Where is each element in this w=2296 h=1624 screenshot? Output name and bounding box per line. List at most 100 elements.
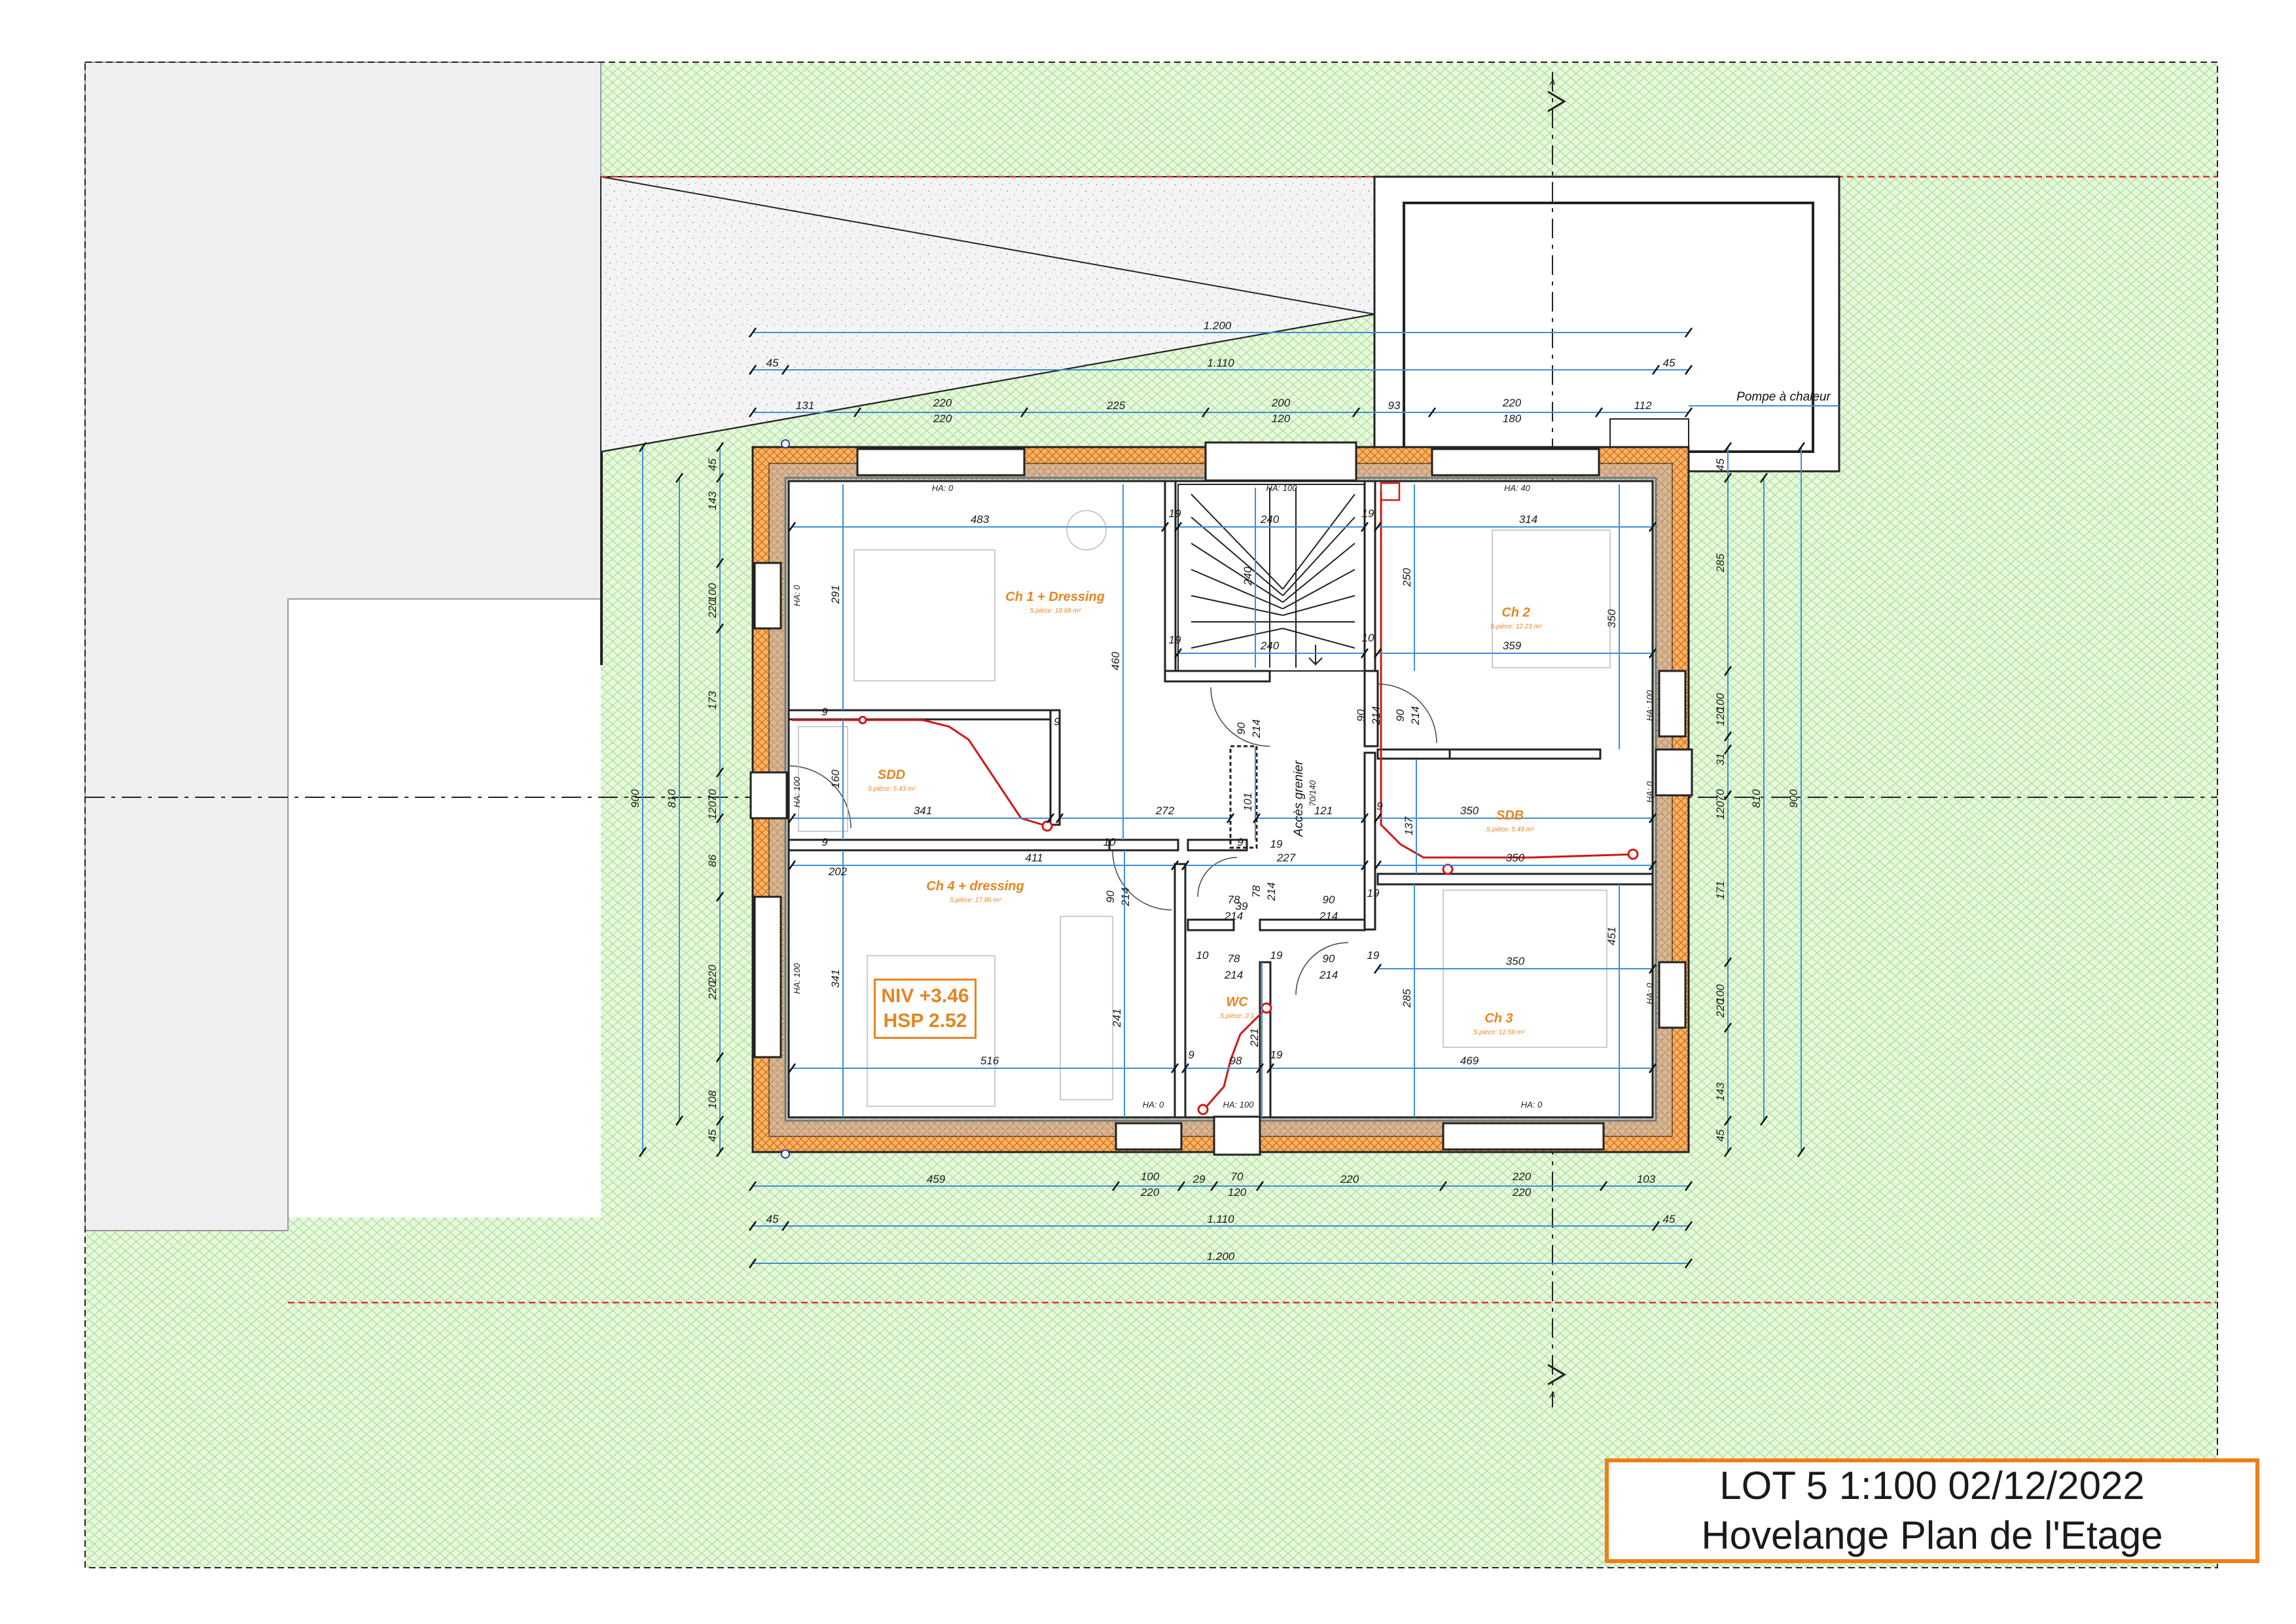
small-dim-label: 19 bbox=[1367, 949, 1380, 962]
title-line-1: LOT 5 1:100 02/12/2022 bbox=[1719, 1464, 2145, 1507]
small-dim-label: 202 bbox=[828, 865, 848, 878]
door-dim-vertical: 90 bbox=[1104, 890, 1117, 903]
dim-inner-label: 341 bbox=[914, 804, 932, 817]
dim-inner-label: 160 bbox=[829, 769, 842, 788]
dim-right-openings-label: 171 bbox=[1714, 881, 1727, 899]
dim-left-openings-label: 108 bbox=[706, 1090, 719, 1109]
dim-right-openings-label: 70 bbox=[1714, 789, 1727, 801]
dim-left-openings-label: 120 bbox=[706, 801, 719, 820]
dim-right-openings-label: 143 bbox=[1714, 1082, 1727, 1101]
small-dim-label: 9 bbox=[1188, 1049, 1194, 1061]
small-dim-label: 19 bbox=[1270, 1049, 1283, 1061]
level-niv: NIV +3.46 bbox=[881, 985, 969, 1007]
dim-top-walls-label: 45 bbox=[766, 357, 779, 369]
dim-inner-label: 137 bbox=[1403, 816, 1415, 835]
dim-bottom-openings-label: 120 bbox=[1228, 1186, 1247, 1199]
small-dim-label: 19 bbox=[1169, 507, 1181, 520]
dim-bottom-openings-label: 220 bbox=[1512, 1186, 1532, 1199]
small-dim-label: 19 bbox=[1270, 838, 1283, 850]
dim-left-openings-label: 143 bbox=[706, 491, 719, 510]
section-mark-top: A bbox=[1549, 77, 1556, 87]
door-dim-label: 214 bbox=[1319, 910, 1338, 922]
title-line-2: Hovelange Plan de l'Etage bbox=[1701, 1513, 2163, 1557]
dim-left-openings-label: 70 bbox=[706, 789, 719, 801]
dim-inner-label: 451 bbox=[1605, 927, 1618, 945]
door-dim-vertical: 214 bbox=[1119, 888, 1132, 907]
small-dim-label: 9 bbox=[1237, 836, 1244, 848]
terrace-outline bbox=[1373, 175, 1840, 473]
dim-inner-label: 350 bbox=[1506, 955, 1525, 967]
attic-access-label: Accès grenier bbox=[1292, 760, 1306, 837]
dim-inner-label: 241 bbox=[1111, 1009, 1123, 1028]
dim-top-openings-label: 220 bbox=[933, 397, 952, 409]
small-dim-label: 10 bbox=[1103, 836, 1116, 848]
small-dim-label: 19 bbox=[1362, 507, 1374, 520]
dim-top-openings-label: 112 bbox=[1634, 399, 1652, 412]
dim-inner-label: 341 bbox=[829, 969, 842, 988]
small-dim-label: 19 bbox=[1169, 634, 1181, 646]
small-dim-label: 10 bbox=[1362, 632, 1374, 644]
window-height-label: HA: 0 bbox=[932, 483, 954, 493]
dim-inner-label: 240 bbox=[1260, 513, 1280, 526]
dim-inner-label: 359 bbox=[1503, 640, 1522, 652]
room-name-ch4: Ch 4 + dressing bbox=[926, 879, 1024, 893]
dim-inner-label: 227 bbox=[1276, 852, 1296, 864]
dim-left-openings-label: 86 bbox=[706, 854, 719, 867]
dim-inner-label: 516 bbox=[980, 1055, 999, 1067]
small-dim-label: 19 bbox=[1270, 949, 1283, 962]
dim-left-openings-label: 220 bbox=[706, 599, 719, 619]
room-area-ch3: S.pièce: 12.59 m² bbox=[1473, 1029, 1525, 1036]
door-dim-vertical: 214 bbox=[1370, 706, 1382, 725]
room-name-wc: WC bbox=[1226, 995, 1248, 1009]
door-dim-vertical: 214 bbox=[1409, 706, 1422, 725]
window-height-label: HA: 40 bbox=[1504, 483, 1531, 493]
dim-inner-label: 272 bbox=[1155, 804, 1175, 817]
dim-inner-label: 240 bbox=[1260, 640, 1280, 652]
dim-right-openings-label: 120 bbox=[1714, 801, 1727, 820]
dim-inner-label: 101 bbox=[1242, 793, 1254, 811]
dim-bottom-openings-label: 29 bbox=[1193, 1173, 1206, 1185]
dim-top-total-label: 1.200 bbox=[1204, 319, 1232, 332]
dim-top-walls-label: 1.110 bbox=[1207, 357, 1234, 369]
door-dim-label: 214 bbox=[1319, 969, 1338, 981]
dim-left-openings-label: 220 bbox=[706, 964, 719, 984]
dim-top-walls-label: 45 bbox=[1663, 357, 1676, 369]
dim-inner-label: 350 bbox=[1460, 804, 1479, 817]
dim-left-total-label: 900 bbox=[629, 789, 641, 808]
room-name-sdb: SDB bbox=[1496, 808, 1524, 823]
window-height-label: HA: 100 bbox=[1266, 483, 1298, 493]
dim-top-openings-label: 200 bbox=[1271, 397, 1291, 409]
window-height-label: HA: 0 bbox=[1645, 983, 1655, 1004]
door-dim-vertical: 90 bbox=[1394, 709, 1407, 721]
dim-right-openings-label: 220 bbox=[1714, 998, 1727, 1018]
room-area-ch2: S.pièce: 12.23 m² bbox=[1490, 623, 1542, 630]
dim-bottom-openings-label: 220 bbox=[1340, 1173, 1359, 1185]
door-dim-vertical: 214 bbox=[1265, 882, 1278, 901]
room-name-sdd: SDD bbox=[878, 768, 905, 782]
dim-inner-label: 350 bbox=[1506, 852, 1525, 864]
dim-inner-label: 291 bbox=[829, 585, 842, 604]
dim-bottom-openings-label: 220 bbox=[1140, 1186, 1160, 1199]
small-dim-label: 19 bbox=[1367, 887, 1380, 899]
door-dim-vertical: 214 bbox=[1250, 719, 1263, 738]
title-block: LOT 5 1:100 02/12/2022 Hovelange Plan de… bbox=[1605, 1458, 2259, 1563]
dim-inner-label: 221 bbox=[1248, 1028, 1261, 1047]
small-dim-label: 9 bbox=[1376, 800, 1383, 812]
dim-inner-label: 350 bbox=[1605, 609, 1618, 628]
door-dim-vertical: 78 bbox=[1250, 885, 1263, 897]
room-area-wc: S.pièce: 2.1 bbox=[1220, 1013, 1255, 1020]
dim-bottom-openings-label: 220 bbox=[1512, 1170, 1532, 1183]
dim-right-openings-label: 285 bbox=[1714, 553, 1727, 573]
dim-top-openings-label: 93 bbox=[1388, 399, 1401, 412]
door-dim-vertical: 90 bbox=[1355, 709, 1367, 721]
dim-inner-label: 240 bbox=[1242, 566, 1254, 586]
room-area-ch4: S.pièce: 17.86 m² bbox=[950, 897, 1001, 904]
dim-left-openings-label: 173 bbox=[706, 691, 719, 710]
dim-inner-label: 314 bbox=[1519, 513, 1537, 526]
room-area-sdb: S.pièce: 5.49 m² bbox=[1486, 826, 1534, 833]
dim-right-openings-label: 31 bbox=[1714, 753, 1727, 766]
dim-left-openings-label: 45 bbox=[706, 458, 719, 471]
attic-size-label: 70/140 bbox=[1308, 780, 1318, 806]
room-name-ch3: Ch 3 bbox=[1484, 1011, 1513, 1026]
window-height-label: HA: 0 bbox=[1645, 781, 1655, 803]
